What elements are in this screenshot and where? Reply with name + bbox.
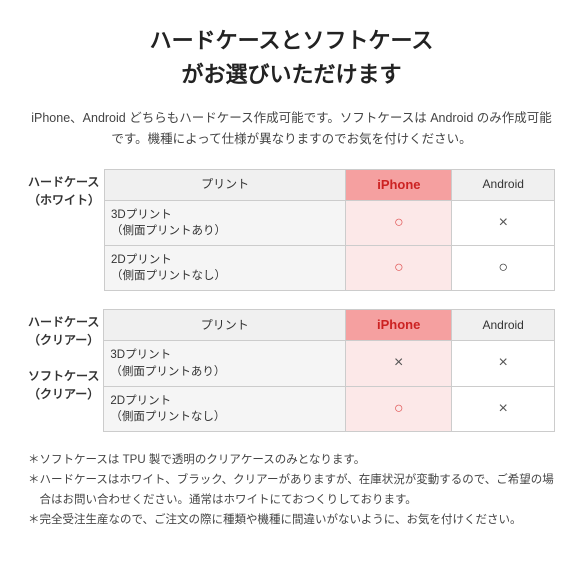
table2: プリント iPhone Android 3Dプリント（側面プリントあり） × ×… bbox=[103, 309, 555, 432]
table1-row1-print: 3Dプリント（側面プリントあり） bbox=[105, 200, 346, 245]
table-row: 3Dプリント（側面プリントあり） × × bbox=[104, 341, 555, 386]
note-2: ハードケースはホワイト、ブラック、クリアーがありますが、在庫状況が変動するので、… bbox=[28, 470, 555, 510]
table2-row2-android: × bbox=[452, 386, 555, 431]
note-3: 完全受注生産なので、ご注文の際に種類や機種に間違いがないように、お気を付けくださ… bbox=[28, 510, 555, 530]
table-row: 3Dプリント（側面プリントあり） ○ × bbox=[105, 200, 555, 245]
description-content: iPhone、Android どちらもハードケース作成可能です。ソフトケースは … bbox=[31, 111, 552, 146]
table1-row1-android: × bbox=[452, 200, 555, 245]
table1-row2-print: 2Dプリント（側面プリントなし） bbox=[105, 246, 346, 291]
table1-row1-iphone: ○ bbox=[346, 200, 452, 245]
notes-section: ソフトケースは TPU 製で透明のクリアケースのみとなります。 ハードケースはホ… bbox=[28, 450, 555, 531]
table2-row-label: ハードケース （クリアー） ソフトケース （クリアー） bbox=[28, 309, 103, 403]
table2-row1-iphone: × bbox=[346, 341, 452, 386]
table1-wrapper: ハードケース （ホワイト） プリント iPhone Android 3Dプリント… bbox=[28, 169, 555, 292]
table2-row2-print: 2Dプリント（側面プリントなし） bbox=[104, 386, 346, 431]
table2-block: ハードケース （クリアー） ソフトケース （クリアー） プリント iPhone … bbox=[28, 309, 555, 432]
table2-header-print: プリント bbox=[104, 310, 346, 341]
table1-header-row: プリント iPhone Android bbox=[105, 169, 555, 200]
table2-row1-print: 3Dプリント（側面プリントあり） bbox=[104, 341, 346, 386]
table2-header-row: プリント iPhone Android bbox=[104, 310, 555, 341]
table2-header-iphone: iPhone bbox=[346, 310, 452, 341]
table1-row2-iphone: ○ bbox=[346, 246, 452, 291]
description-text: iPhone、Android どちらもハードケース作成可能です。ソフトケースは … bbox=[28, 108, 555, 151]
table1-header-print: プリント bbox=[105, 169, 346, 200]
table1-header-iphone: iPhone bbox=[346, 169, 452, 200]
title-line2: がお選びいただけます bbox=[181, 62, 401, 87]
table-row: 2Dプリント（側面プリントなし） ○ × bbox=[104, 386, 555, 431]
table1-block: ハードケース （ホワイト） プリント iPhone Android 3Dプリント… bbox=[28, 169, 555, 292]
table1-header-android: Android bbox=[452, 169, 555, 200]
page-title: ハードケースとソフトケース がお選びいただけます bbox=[28, 24, 555, 92]
title-line1: ハードケースとソフトケース bbox=[150, 28, 434, 53]
table2-header-android: Android bbox=[452, 310, 555, 341]
table2-row1-android: × bbox=[452, 341, 555, 386]
table1-row2-android: ○ bbox=[452, 246, 555, 291]
table-row: 2Dプリント（側面プリントなし） ○ ○ bbox=[105, 246, 555, 291]
table2-row2-iphone: ○ bbox=[346, 386, 452, 431]
note-1: ソフトケースは TPU 製で透明のクリアケースのみとなります。 bbox=[28, 450, 555, 470]
table1-row-label: ハードケース （ホワイト） bbox=[28, 169, 104, 209]
table1: プリント iPhone Android 3Dプリント（側面プリントあり） ○ ×… bbox=[104, 169, 555, 292]
table2-wrapper: ハードケース （クリアー） ソフトケース （クリアー） プリント iPhone … bbox=[28, 309, 555, 432]
